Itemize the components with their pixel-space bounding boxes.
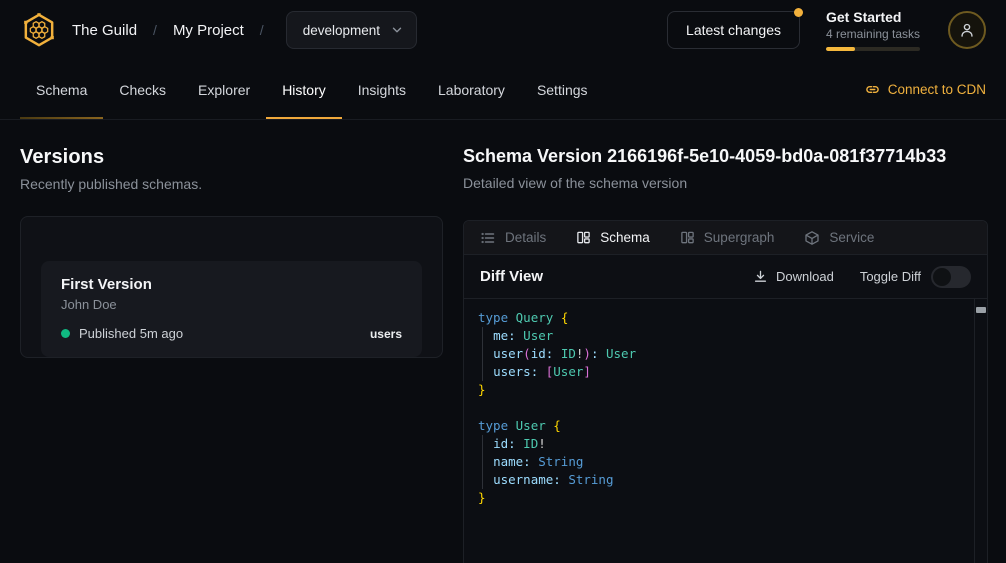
versions-list-card: First Version John Doe Published 5m ago … bbox=[20, 216, 443, 358]
breadcrumb-separator: / bbox=[258, 22, 266, 38]
get-started-remaining-tasks: 4 remaining tasks bbox=[826, 27, 922, 41]
tab-checks[interactable]: Checks bbox=[103, 60, 182, 119]
header-right-group: Latest changes Get Started 4 remaining t… bbox=[667, 9, 986, 51]
latest-changes-label: Latest changes bbox=[686, 22, 781, 38]
get-started-progress-bar bbox=[826, 47, 920, 51]
version-name: First Version bbox=[61, 276, 402, 293]
schema-code-editor[interactable]: type Query { me: User user(id: ID!): Use… bbox=[464, 299, 987, 563]
get-started-progress-fill bbox=[826, 47, 855, 51]
tab-laboratory[interactable]: Laboratory bbox=[422, 60, 521, 119]
target-nav-tabs: Schema Checks Explorer History Insights … bbox=[0, 60, 1006, 120]
columns-layout-icon bbox=[576, 230, 591, 245]
latest-changes-button[interactable]: Latest changes bbox=[667, 11, 800, 49]
toggle-diff-label: Toggle Diff bbox=[860, 269, 921, 284]
editor-vertical-scrollbar[interactable] bbox=[974, 299, 987, 563]
project-name[interactable]: My Project bbox=[173, 22, 244, 39]
tab-explorer[interactable]: Explorer bbox=[182, 60, 266, 119]
versions-panel: Versions Recently published schemas. Fir… bbox=[0, 120, 463, 358]
toggle-knob bbox=[933, 268, 951, 286]
tab-underline-active bbox=[266, 117, 342, 119]
version-author: John Doe bbox=[61, 297, 402, 312]
service-tag: users bbox=[370, 327, 402, 341]
cube-icon bbox=[804, 230, 820, 246]
chevron-down-icon bbox=[390, 23, 404, 37]
version-status-row: Published 5m ago users bbox=[61, 326, 402, 341]
download-icon bbox=[753, 269, 768, 284]
version-list-item[interactable]: First Version John Doe Published 5m ago … bbox=[41, 261, 422, 357]
schema-version-subtitle: Detailed view of the schema version bbox=[463, 175, 988, 191]
columns-layout-icon bbox=[680, 230, 695, 245]
top-header: The Guild / My Project / development Lat… bbox=[0, 0, 1006, 60]
tab-settings[interactable]: Settings bbox=[521, 60, 604, 119]
toggle-diff-switch[interactable] bbox=[931, 266, 971, 288]
published-status-dot bbox=[61, 329, 70, 338]
org-name[interactable]: The Guild bbox=[72, 22, 137, 39]
get-started-widget[interactable]: Get Started 4 remaining tasks bbox=[826, 9, 922, 51]
schema-version-detail-box: Details Schema Supergr bbox=[463, 220, 988, 563]
published-status-text: Published 5m ago bbox=[79, 326, 183, 341]
scrollbar-thumb[interactable] bbox=[976, 307, 986, 313]
breadcrumb-separator: / bbox=[151, 22, 159, 38]
schema-version-title: Schema Version 2166196f-5e10-4059-bd0a-0… bbox=[463, 146, 988, 167]
tab-underline bbox=[20, 117, 103, 119]
code-lines: type Query { me: User user(id: ID!): Use… bbox=[478, 309, 963, 507]
main-content: Versions Recently published schemas. Fir… bbox=[0, 120, 1006, 563]
get-started-title: Get Started bbox=[826, 9, 922, 25]
versions-title: Versions bbox=[20, 146, 443, 169]
tab-schema-inner[interactable]: Schema bbox=[576, 230, 650, 245]
diff-view-header: Diff View Download Toggle Diff bbox=[464, 255, 987, 299]
target-selector-dropdown[interactable]: development bbox=[286, 11, 417, 49]
tab-insights[interactable]: Insights bbox=[342, 60, 422, 119]
download-button[interactable]: Download bbox=[753, 269, 834, 284]
connect-to-cdn-button[interactable]: Connect to CDN bbox=[865, 60, 986, 119]
target-selector-value: development bbox=[303, 23, 380, 38]
tab-details[interactable]: Details bbox=[480, 230, 546, 246]
diff-actions: Download Toggle Diff bbox=[753, 266, 971, 288]
versions-subtitle: Recently published schemas. bbox=[20, 176, 443, 192]
tab-schema[interactable]: Schema bbox=[20, 60, 103, 119]
schema-version-panel: Schema Version 2166196f-5e10-4059-bd0a-0… bbox=[463, 120, 1006, 563]
hive-logo-icon[interactable] bbox=[20, 11, 58, 49]
tab-history[interactable]: History bbox=[266, 60, 342, 119]
tab-supergraph[interactable]: Supergraph bbox=[680, 230, 775, 245]
notification-dot bbox=[794, 8, 803, 17]
user-avatar[interactable] bbox=[948, 11, 986, 49]
person-icon bbox=[958, 21, 976, 39]
list-icon bbox=[480, 230, 496, 246]
toggle-diff-group: Toggle Diff bbox=[860, 266, 971, 288]
diff-view-title: Diff View bbox=[480, 268, 543, 285]
tab-service[interactable]: Service bbox=[804, 230, 874, 246]
link-icon bbox=[865, 82, 880, 97]
detail-tabs: Details Schema Supergr bbox=[464, 221, 987, 255]
